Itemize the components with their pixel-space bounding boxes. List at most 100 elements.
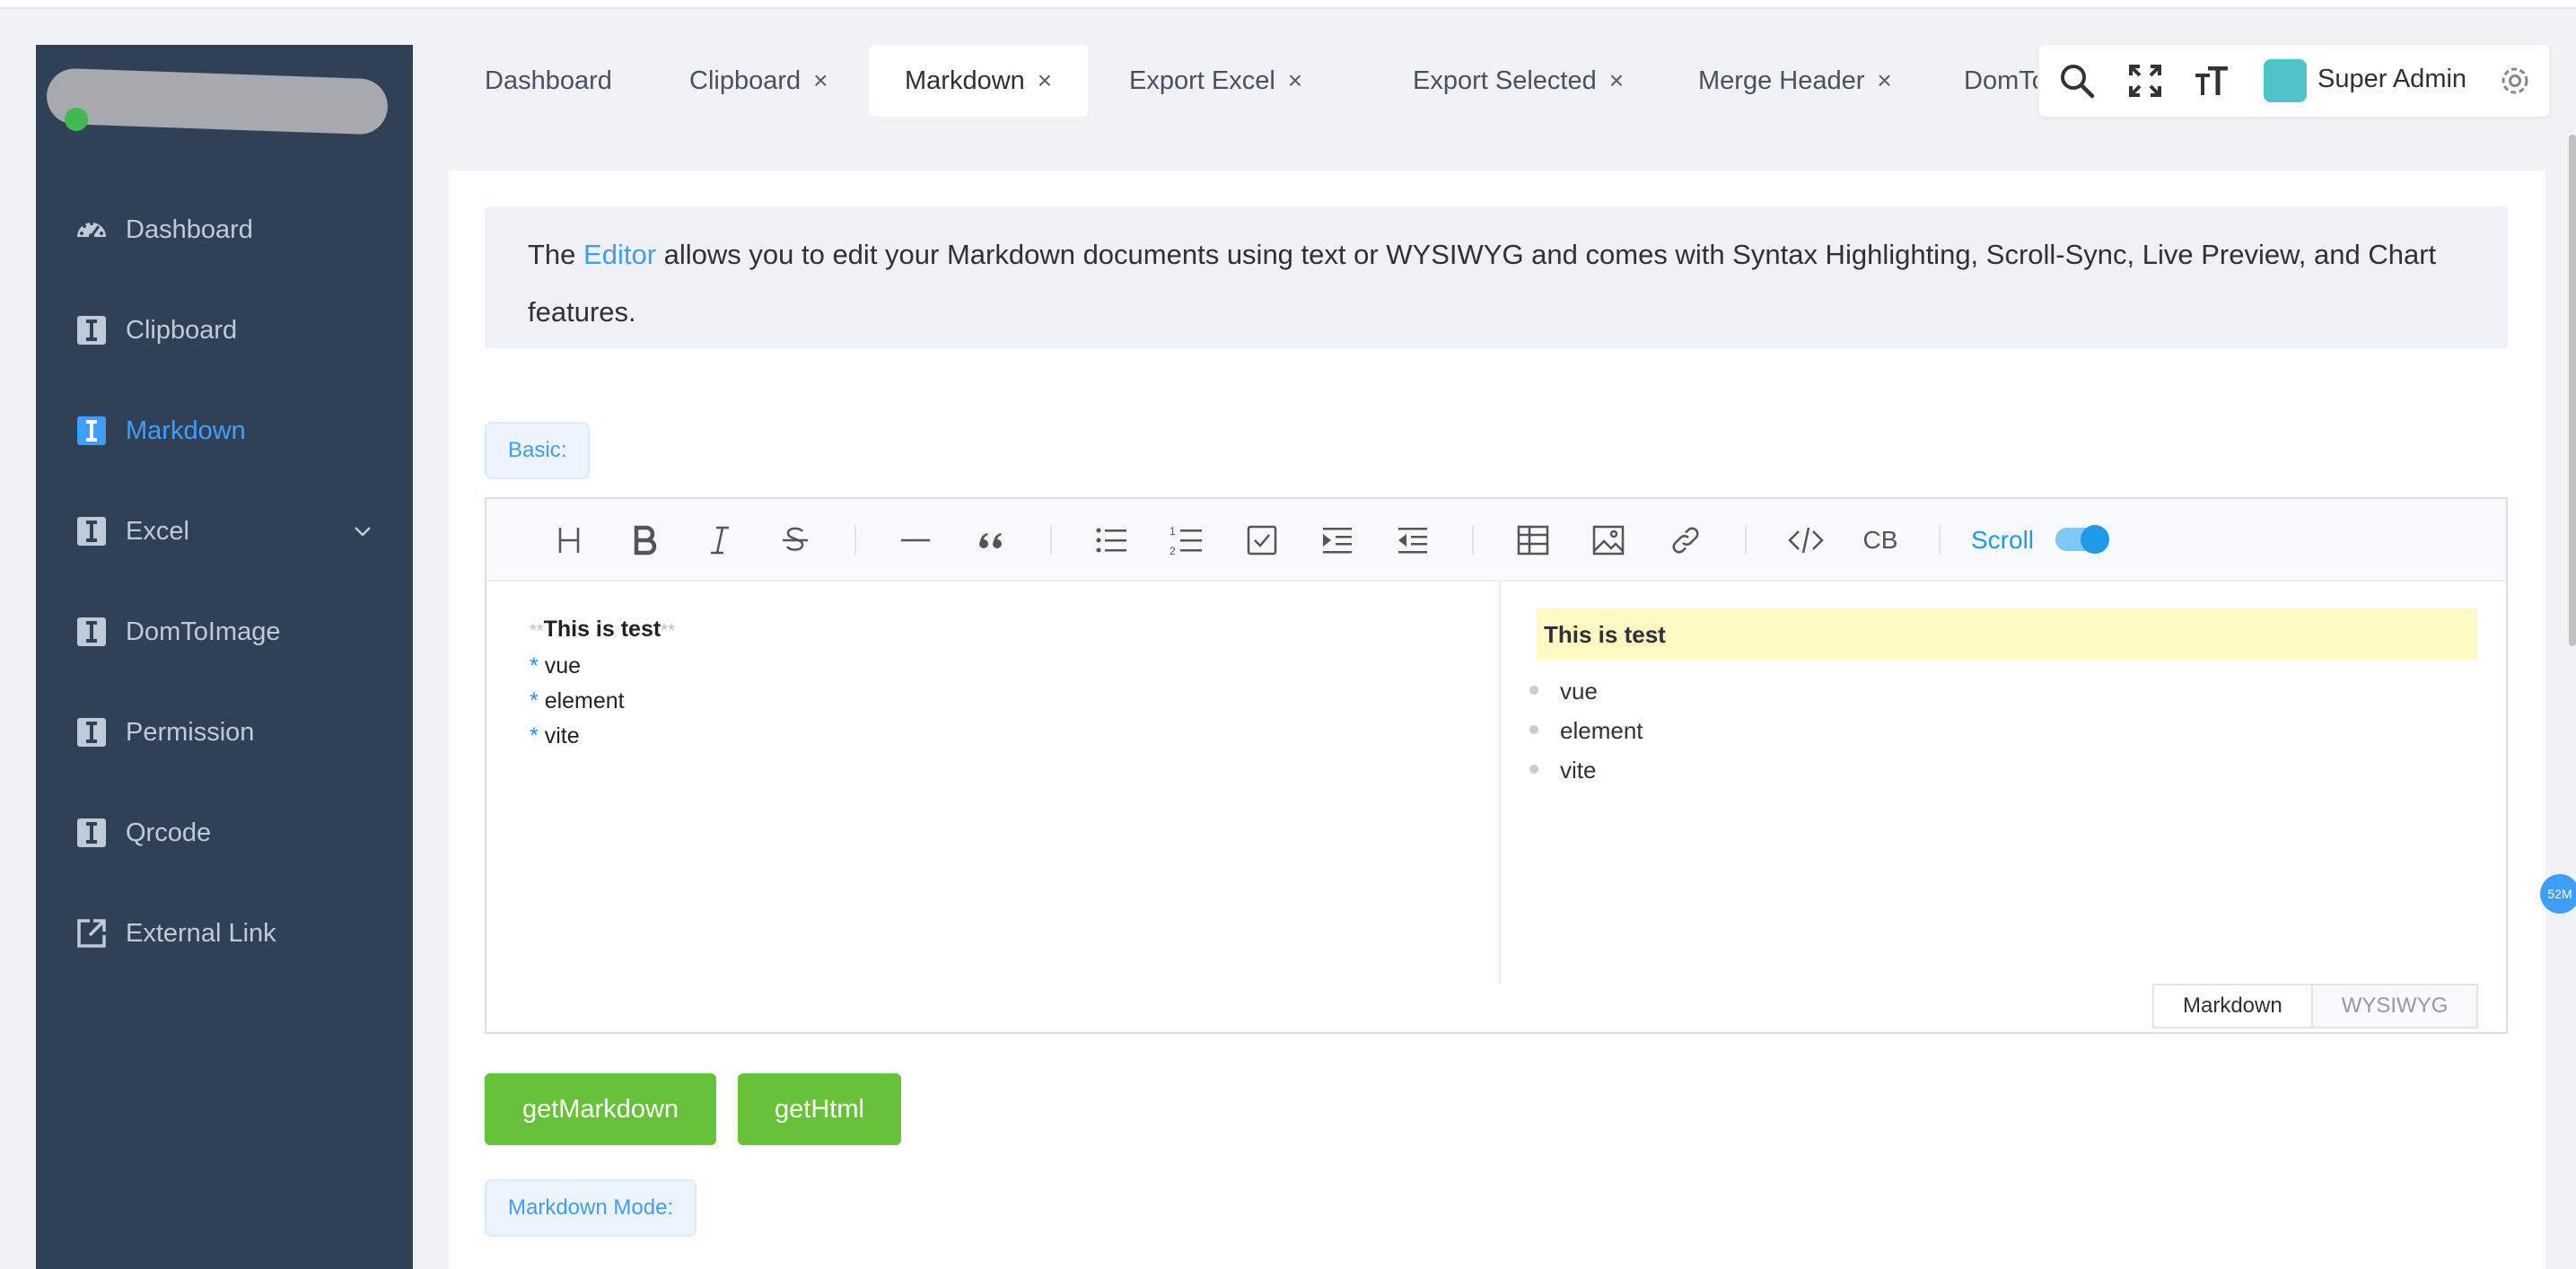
doc-icon [74, 714, 110, 750]
close-icon[interactable]: × [813, 66, 828, 95]
tab-label: Markdown [905, 66, 1025, 95]
tab-export-selected[interactable]: Export Selected × [1377, 45, 1660, 117]
bullet-marker: * [530, 723, 539, 748]
tab-clipboard[interactable]: Clipboard × [653, 45, 864, 117]
editor-toolbar: 12 CB Scroll [486, 499, 2506, 582]
doc-icon [74, 815, 110, 851]
sidebar-item-dashboard[interactable]: Dashboard [36, 179, 413, 280]
bold-marker: ** [661, 621, 675, 641]
toolbar-divider [854, 526, 856, 555]
source-line: * vite [530, 719, 675, 754]
quote-icon[interactable] [971, 521, 1011, 560]
doc-icon [74, 312, 110, 348]
sidebar-item-label: Permission [126, 717, 255, 747]
scroll-sync-label: Scroll [1971, 526, 2035, 554]
logo-redacted [46, 67, 389, 136]
tab-label: Dashboard [485, 66, 612, 95]
bold-icon[interactable] [625, 521, 664, 560]
tab-markdown[interactable]: Markdown × [869, 45, 1089, 117]
gear-icon[interactable] [2495, 61, 2535, 101]
preview-list: vue element vite [1529, 671, 1643, 790]
fullscreen-icon[interactable] [2125, 61, 2165, 101]
doc-icon [74, 614, 110, 650]
sidebar-item-clipboard[interactable]: Clipboard [36, 280, 413, 381]
codeblock-button[interactable]: CB [1858, 521, 1903, 560]
source-bold-text: This is test [543, 617, 662, 642]
markdown-source[interactable]: **This is test** * vue * element * vite [530, 612, 675, 754]
sidebar-item-excel[interactable]: Excel [36, 481, 413, 582]
sidebar-item-domtoimage[interactable]: DomToImage [36, 582, 413, 682]
markdown-editor: 12 CB Scroll **This is test** * vue * el… [485, 497, 2508, 1034]
italic-icon[interactable] [700, 521, 740, 560]
tab-dashboard[interactable]: Dashboard [449, 45, 648, 117]
toolbar-divider [1472, 526, 1474, 555]
markdown-mode-tag: Markdown Mode: [485, 1179, 697, 1237]
tab-wysiwyg-mode[interactable]: WYSIWYG [2312, 984, 2479, 1028]
close-icon[interactable]: × [1609, 66, 1624, 95]
svg-text:1: 1 [1170, 525, 1176, 538]
heading-icon[interactable] [549, 521, 589, 560]
doc-icon [74, 513, 110, 549]
source-item: vue [544, 653, 581, 678]
sidebar-item-label: Clipboard [126, 315, 238, 345]
sidebar-item-external-link[interactable]: External Link [36, 883, 413, 984]
avatar[interactable] [2264, 59, 2307, 102]
toolbar-divider [1745, 526, 1747, 555]
link-icon[interactable] [1666, 521, 1705, 560]
tab-markdown-mode[interactable]: Markdown [2152, 984, 2313, 1028]
strikethrough-icon[interactable] [775, 521, 815, 560]
numbered-list-icon[interactable]: 12 [1167, 521, 1206, 560]
sidebar-item-permission[interactable]: Permission [36, 682, 413, 783]
bullet-marker: * [530, 688, 539, 713]
search-icon[interactable] [2057, 61, 2097, 101]
image-icon[interactable] [1589, 521, 1628, 560]
tab-label: Merge Header [1698, 66, 1865, 95]
close-icon[interactable]: × [1877, 66, 1891, 95]
sidebar-item-label: Excel [126, 516, 189, 546]
get-markdown-button[interactable]: getMarkdown [485, 1073, 716, 1145]
user-name[interactable]: Super Admin [2318, 65, 2466, 94]
close-icon[interactable]: × [1038, 66, 1052, 95]
toggle-knob [2081, 525, 2109, 554]
sidebar-item-label: External Link [126, 918, 276, 948]
horizontal-rule-icon[interactable] [896, 521, 935, 560]
svg-text:2: 2 [1170, 545, 1176, 557]
tab-merge-header[interactable]: Merge Header × [1662, 45, 1928, 117]
intro-text: The Editor allows you to edit your Markd… [485, 206, 2508, 361]
header-toolbox: Super Admin [2039, 45, 2549, 117]
logo[interactable] [46, 54, 406, 153]
list-item: element [1529, 711, 1643, 750]
code-icon[interactable] [1786, 521, 1826, 560]
source-line: * vue [530, 649, 675, 684]
doc-icon [74, 413, 110, 449]
floating-badge[interactable]: 52M [2540, 874, 2576, 914]
table-icon[interactable] [1513, 521, 1553, 560]
outdent-icon[interactable] [1393, 521, 1433, 560]
chevron-down-icon[interactable] [352, 521, 373, 542]
close-icon[interactable]: × [1288, 66, 1302, 95]
source-item: vite [544, 723, 580, 748]
font-size-icon[interactable] [2192, 61, 2231, 101]
tab-label: DomToI [1964, 66, 2037, 95]
markdown-source-pane[interactable]: **This is test** * vue * element * vite [486, 582, 1501, 984]
tab-domtoimage[interactable]: DomToI [1928, 45, 2037, 117]
basic-tag: Basic: [485, 422, 591, 479]
tab-export-excel[interactable]: Export Excel × [1093, 45, 1338, 117]
list-item: vue [1529, 671, 1643, 711]
sidebar-item-label: Dashboard [126, 214, 253, 244]
sidebar: Dashboard Clipboard Markdown Excel DomTo… [36, 45, 413, 1269]
editor-link[interactable]: Editor [583, 239, 656, 270]
tab-label: Export Selected [1413, 66, 1597, 95]
page-scrollbar[interactable] [2569, 135, 2576, 646]
get-html-button[interactable]: getHtml [738, 1073, 901, 1145]
task-list-icon[interactable] [1242, 521, 1282, 560]
indent-icon[interactable] [1318, 521, 1357, 560]
bullet-list-icon[interactable] [1091, 521, 1131, 560]
sidebar-item-qrcode[interactable]: Qrcode [36, 783, 413, 883]
source-item: element [544, 688, 625, 713]
scroll-sync-toggle[interactable] [2055, 525, 2109, 554]
source-line-heading: **This is test** [530, 612, 675, 649]
bold-marker: ** [530, 621, 544, 641]
sidebar-item-label: Markdown [126, 416, 246, 445]
sidebar-item-markdown[interactable]: Markdown [36, 381, 413, 481]
